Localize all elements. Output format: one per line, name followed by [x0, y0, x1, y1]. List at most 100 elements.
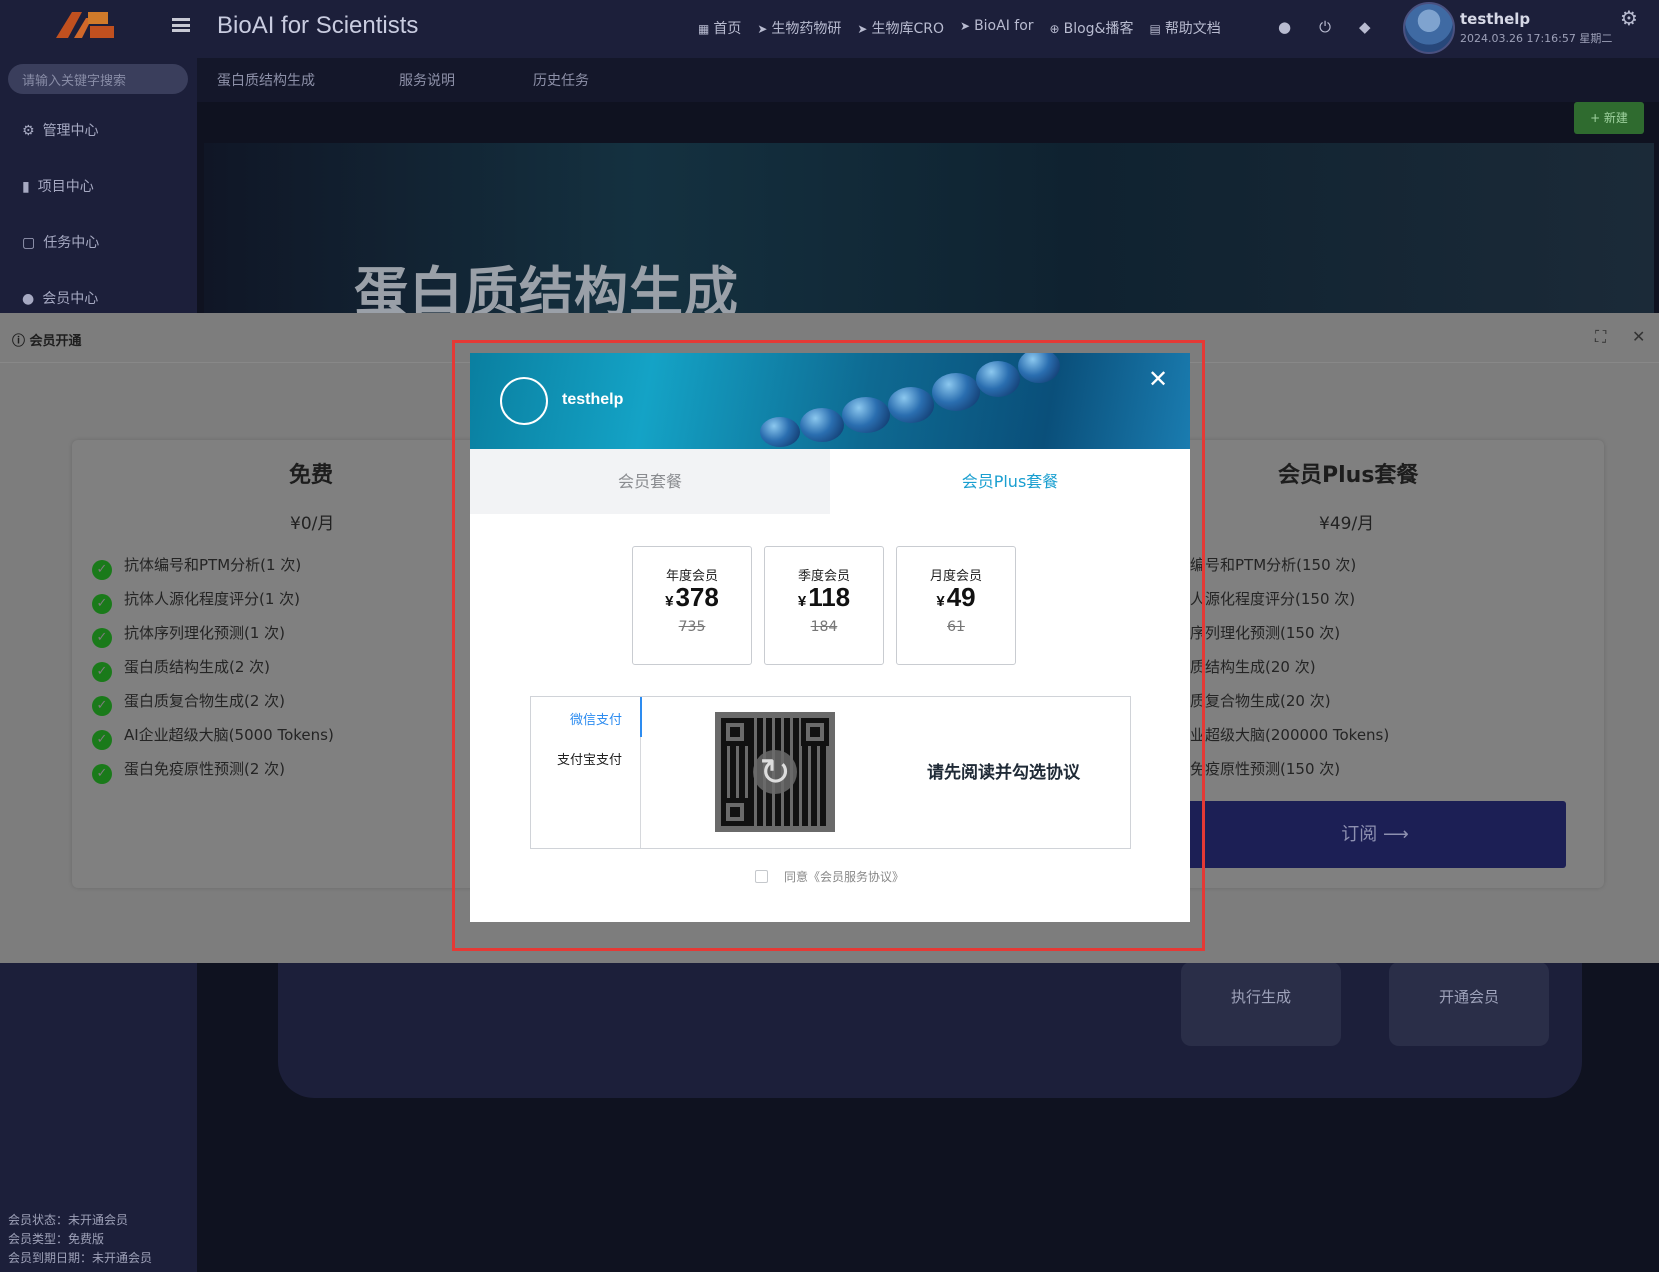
nav-label: 生物库CRO	[871, 21, 944, 37]
feature-item: ✓ 蛋白免疫原性预测(2 次)	[92, 758, 285, 784]
user-name: testhelp	[1460, 10, 1531, 28]
price-value: 49	[946, 582, 976, 612]
sidebar-item-label: 管理中心	[42, 123, 99, 139]
plan-option-monthly[interactable]: 月度会员 ¥49 61	[896, 546, 1016, 665]
feature-item: ✓ 抗体序列理化预测(1 次)	[92, 622, 285, 648]
grid-icon: ▦	[698, 22, 710, 36]
dna-bead	[976, 361, 1020, 397]
fullscreen-icon[interactable]: ⛶	[1595, 327, 1606, 347]
feature-item: 质复合物生成(20 次)	[1190, 692, 1331, 710]
feature-item: 人源化程度评分(150 次)	[1190, 590, 1356, 608]
currency-symbol: ¥	[665, 593, 674, 610]
membership-expiry: 会员到期日期：未开通会员	[8, 1251, 153, 1265]
open-membership-button[interactable]: 开通会员	[1389, 962, 1549, 1046]
modal-banner: testhelp ✕	[470, 353, 1190, 449]
free-plan-name: 免费	[289, 463, 334, 488]
feature-item: 免疫原性预测(150 次)	[1190, 760, 1341, 778]
tab-history[interactable]: 历史任务	[533, 70, 589, 90]
tab-plus-plan[interactable]: 会员Plus套餐	[830, 449, 1190, 514]
run-generation-button[interactable]: 执行生成	[1181, 962, 1341, 1046]
plan-option-quarterly[interactable]: 季度会员 ¥118 184	[764, 546, 884, 665]
app-title: BioAI for Scientists	[217, 12, 419, 39]
agreement-checkbox[interactable]	[755, 870, 768, 883]
info-icon: ⓘ	[12, 334, 30, 349]
check-icon: ✓	[92, 560, 112, 580]
feature-text: 抗体人源化程度评分(1 次)	[124, 590, 301, 608]
feature-item: ✓ 蛋白质复合物生成(2 次)	[92, 690, 285, 716]
chart-icon: ▮	[22, 179, 30, 195]
sidebar-item-label: 会员中心	[42, 291, 99, 307]
currency-symbol: ¥	[936, 593, 945, 610]
feature-item: 质结构生成(20 次)	[1190, 658, 1316, 676]
close-icon[interactable]: ✕	[1632, 327, 1645, 346]
plan-option-price: ¥118	[765, 582, 883, 613]
refresh-icon[interactable]: ↻	[753, 750, 797, 794]
sidebar-item-label: 项目中心	[37, 179, 94, 195]
price-value: 378	[675, 582, 719, 612]
sidebar-item-projects[interactable]: ▮ 项目中心	[22, 176, 94, 196]
nav-label: 首页	[713, 21, 742, 37]
feature-text: 蛋白质复合物生成(2 次)	[124, 692, 286, 710]
feature-item: 序列理化预测(150 次)	[1190, 624, 1341, 642]
wechat-pay-tab[interactable]: 微信支付	[570, 709, 622, 728]
settings-gear-icon[interactable]: ⚙	[1620, 6, 1638, 30]
feature-item: ✓ 抗体编号和PTM分析(1 次)	[92, 554, 301, 580]
nav-label: 帮助文档	[1164, 21, 1221, 37]
currency-symbol: ¥	[797, 593, 807, 610]
qr-finder	[721, 798, 749, 826]
dna-bead	[800, 408, 844, 442]
check-icon: ✓	[92, 662, 112, 682]
avatar[interactable]	[1403, 2, 1455, 54]
feature-text: 抗体序列理化预测(1 次)	[124, 624, 286, 642]
qr-pattern: ↻	[721, 718, 829, 826]
plus-plan-price: ¥49/月	[1319, 514, 1375, 534]
feature-item: ✓ 抗体人源化程度评分(1 次)	[92, 588, 300, 614]
nav-item-biopharma[interactable]: ➤ 生物药物研	[757, 18, 841, 38]
menu-toggle-icon[interactable]	[172, 18, 190, 32]
plan-option-annual[interactable]: 年度会员 ¥378 735	[632, 546, 752, 665]
nav-item-bioai[interactable]: ➤ BioAI for	[960, 18, 1034, 38]
membership-status: 会员状态：未开通会员	[8, 1213, 129, 1227]
sidebar-item-label: 任务中心	[43, 235, 100, 251]
nav-label: BioAI for	[974, 18, 1034, 34]
user-datetime: 2024.03.26 17:16:57 星期二	[1460, 32, 1613, 45]
tab-service-info[interactable]: 服务说明	[399, 70, 455, 90]
payment-box: 微信支付 支付宝支付 ↻ 请先阅读并勾选协议	[530, 696, 1131, 849]
check-icon: ✓	[92, 696, 112, 716]
nav-item-help[interactable]: ▤ 帮助文档	[1149, 18, 1220, 38]
payment-qr-code: ↻	[715, 712, 835, 832]
nav-item-cro[interactable]: ➤ 生物库CRO	[857, 18, 944, 38]
feature-item: ✓ AI企业超级大脑(5000 Tokens)	[92, 724, 334, 750]
check-icon: ✓	[92, 594, 112, 614]
user-avatar-circle	[500, 377, 548, 425]
dna-bead	[888, 387, 934, 423]
tab-basic-plan[interactable]: 会员套餐	[470, 449, 830, 514]
nav-item-blog[interactable]: ⊕ Blog&播客	[1050, 18, 1134, 38]
sidebar-item-tasks[interactable]: ▢ 任务中心	[22, 232, 99, 252]
doc-icon: ▤	[1149, 22, 1161, 36]
bell-icon[interactable]: ◆	[1359, 18, 1371, 36]
sidebar-search-input[interactable]: 请输入关键字搜索	[8, 64, 188, 94]
tab-protein-structure[interactable]: 蛋白质结构生成	[217, 70, 315, 90]
subscribe-button[interactable]: 订阅 ⟶	[1184, 801, 1566, 868]
nav-item-home[interactable]: ▦ 首页	[698, 18, 741, 38]
sidebar-item-membership[interactable]: ● 会员中心	[22, 288, 98, 308]
new-button[interactable]: + 新建	[1574, 102, 1644, 134]
sidebar-item-admin[interactable]: ⚙ 管理中心	[22, 120, 99, 140]
plan-option-price: ¥49	[897, 582, 1015, 613]
feature-item: 编号和PTM分析(150 次)	[1190, 556, 1357, 574]
user-icon[interactable]: ●	[1278, 18, 1291, 36]
dna-bead	[760, 417, 800, 447]
agreement-row: 同意《会员服务协议》	[755, 868, 904, 885]
qr-finder	[721, 718, 749, 746]
plan-option-original-price: 735	[678, 619, 706, 635]
agreement-link[interactable]: 同意《会员服务协议》	[784, 870, 904, 884]
feature-text: 蛋白免疫原性预测(2 次)	[124, 760, 286, 778]
alipay-tab[interactable]: 支付宝支付	[557, 749, 622, 768]
payment-modal: testhelp ✕ 会员套餐 会员Plus套餐 年度会员 ¥378 735 季…	[470, 353, 1190, 922]
feature-text: 蛋白质结构生成(2 次)	[124, 658, 271, 676]
modal-close-icon[interactable]: ✕	[1146, 367, 1170, 391]
dna-bead	[842, 397, 890, 433]
plan-option-original-price: 61	[947, 619, 965, 635]
power-icon[interactable]: ⏻	[1319, 18, 1331, 36]
